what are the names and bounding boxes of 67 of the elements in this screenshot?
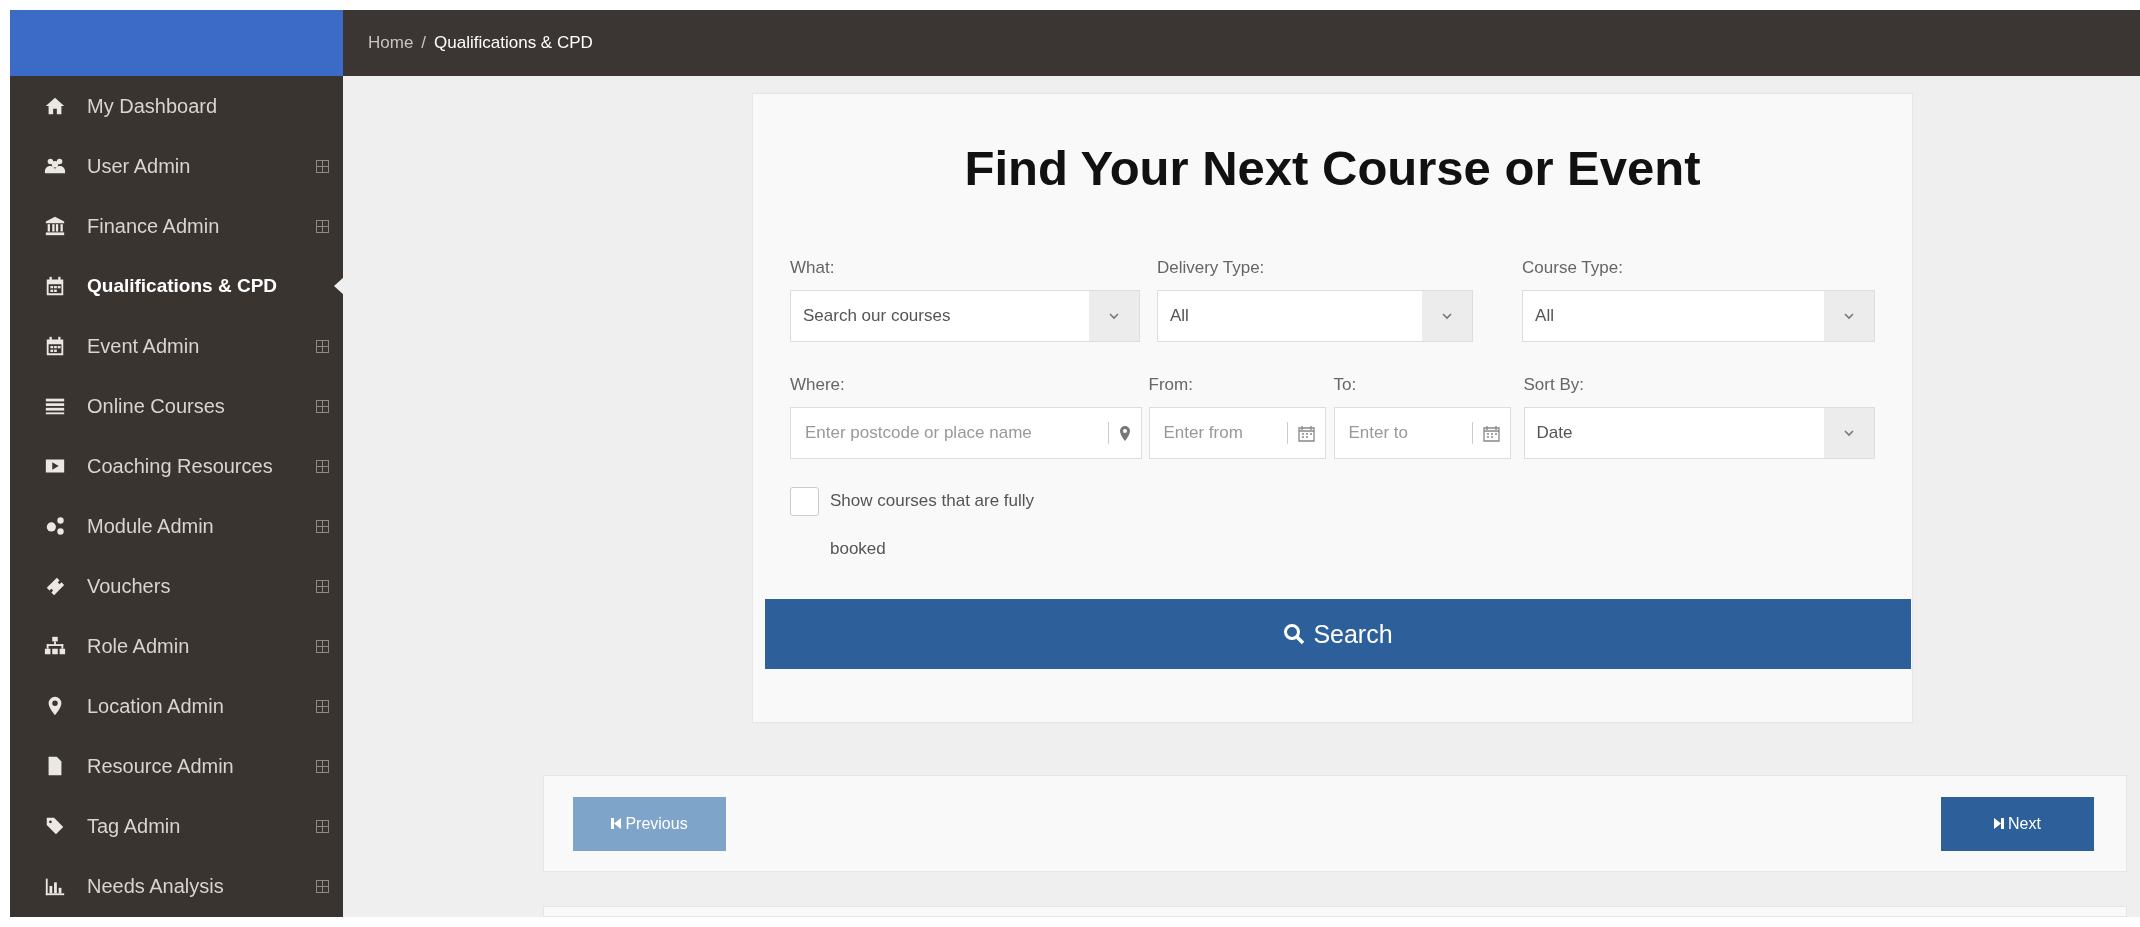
calendar-field[interactable]: Enter to xyxy=(1333,407,1511,459)
sidebar-item[interactable]: Module Admin xyxy=(10,496,343,556)
sidebar-item[interactable]: Needs Analysis xyxy=(10,856,343,916)
search-button[interactable]: Search xyxy=(765,599,1911,669)
calendar-icon xyxy=(44,335,66,357)
chevron-down-icon xyxy=(1843,312,1855,320)
bank-icon xyxy=(44,215,66,237)
select-field[interactable]: Search our courses xyxy=(790,290,1140,342)
breadcrumb-separator: / xyxy=(421,33,427,53)
location-field[interactable]: Enter postcode or place name xyxy=(790,407,1142,459)
sitemap-icon xyxy=(44,635,66,657)
checkbox[interactable] xyxy=(790,487,819,516)
text-input[interactable]: Enter from xyxy=(1149,422,1287,444)
chevron-down-icon xyxy=(1107,312,1120,320)
step-backward-icon xyxy=(611,818,622,829)
sidebar-item[interactable]: Online Courses xyxy=(10,376,343,436)
breadcrumb-link[interactable]: Home xyxy=(368,33,414,53)
tag-icon xyxy=(44,815,66,837)
text-input[interactable]: Enter postcode or place name xyxy=(791,422,1108,444)
select-field[interactable]: Date xyxy=(1523,407,1875,459)
home-icon xyxy=(44,95,66,117)
ticket-icon xyxy=(44,575,66,597)
checkbox-label: Show courses that are fully booked xyxy=(830,490,1036,560)
field-label: Where: xyxy=(790,375,846,395)
field-label: Course Type: xyxy=(1522,258,1624,278)
plus-square-icon xyxy=(316,819,329,833)
field-label: Delivery Type: xyxy=(1156,258,1266,278)
select-field[interactable]: All xyxy=(1522,290,1875,342)
plus-square-icon xyxy=(316,639,329,653)
sidebar-item[interactable]: Role Admin xyxy=(10,616,343,676)
plus-square-icon xyxy=(316,579,329,593)
plus-square-icon xyxy=(316,159,329,173)
calendar-icon xyxy=(1297,424,1315,442)
chevron-down-icon xyxy=(1441,312,1454,320)
next-button[interactable]: Next xyxy=(1941,796,2094,851)
step-forward-icon xyxy=(1994,818,2005,829)
sidebar-item[interactable]: Finance Admin xyxy=(10,196,343,256)
search-title: Find Your Next Course or Event xyxy=(963,140,1702,197)
field-label: To: xyxy=(1333,375,1358,395)
breadcrumb-current: Qualifications & CPD xyxy=(434,33,593,53)
sidebar-item[interactable]: Tag Admin xyxy=(10,796,343,856)
sidebar-item[interactable]: Event Admin xyxy=(10,316,343,376)
sidebar-item[interactable]: Vouchers xyxy=(10,556,343,616)
field-label: Sort By: xyxy=(1523,375,1585,395)
select-field[interactable]: All xyxy=(1156,290,1474,342)
map-marker-icon xyxy=(1118,424,1131,442)
plus-square-icon xyxy=(316,339,329,353)
text-input[interactable]: Enter to xyxy=(1334,422,1472,444)
calendar-field[interactable]: Enter from xyxy=(1148,407,1326,459)
plus-square-icon xyxy=(316,459,329,473)
field-label: What: xyxy=(790,258,836,278)
sidebar-item[interactable]: My Dashboard xyxy=(10,76,343,136)
sidebar-item[interactable]: Coaching Resources xyxy=(10,436,343,496)
plus-square-icon xyxy=(316,399,329,413)
plus-square-icon xyxy=(316,699,329,713)
field-label: From: xyxy=(1148,375,1194,395)
sidebar-item[interactable]: User Admin xyxy=(10,136,343,196)
plus-square-icon xyxy=(316,759,329,773)
calendar-icon xyxy=(44,275,66,297)
sidebar-item[interactable]: Resource Admin xyxy=(10,736,343,796)
calendar-icon xyxy=(1482,424,1500,442)
chevron-down-icon xyxy=(1843,429,1855,437)
plus-square-icon xyxy=(316,219,329,233)
sidebar-item[interactable]: Location Admin xyxy=(10,676,343,736)
plus-square-icon xyxy=(316,879,329,893)
plus-square-icon xyxy=(316,519,329,533)
search-icon xyxy=(1283,623,1306,645)
